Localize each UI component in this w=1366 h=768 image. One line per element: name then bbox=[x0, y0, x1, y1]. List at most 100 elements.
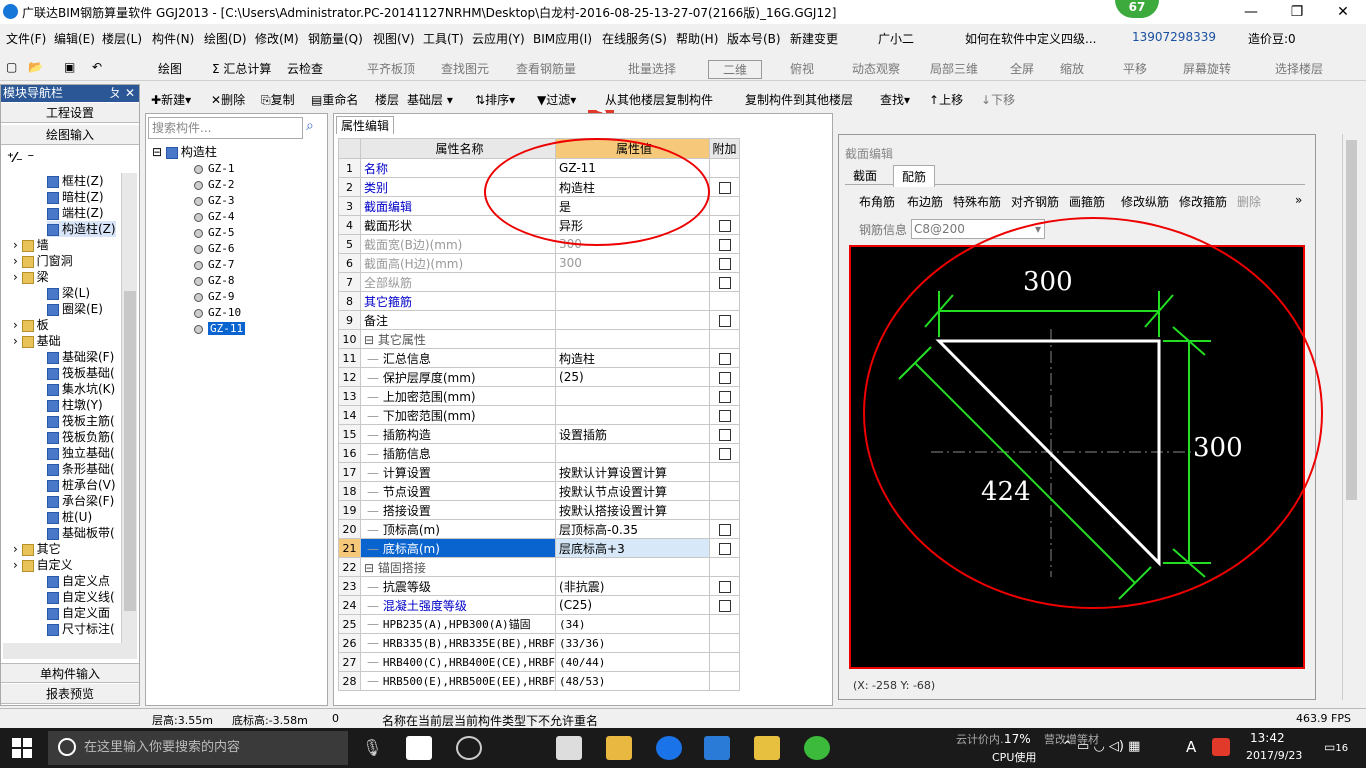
nav-item[interactable]: 桩承台(V) bbox=[47, 477, 116, 493]
property-value[interactable] bbox=[555, 557, 711, 577]
modify-long-rebar-button[interactable]: 修改纵筋 bbox=[1121, 193, 1169, 210]
tab-section[interactable]: 截面 bbox=[847, 167, 883, 184]
extra-checkbox[interactable] bbox=[718, 181, 731, 194]
menu-file[interactable]: 文件(F) bbox=[6, 30, 46, 47]
green-app-icon[interactable] bbox=[804, 736, 830, 760]
top-view-button[interactable]: 俯视 bbox=[790, 60, 814, 77]
menu-floor[interactable]: 楼层(L) bbox=[102, 30, 142, 47]
nav-folder[interactable]: › 基础 bbox=[13, 333, 61, 349]
property-value[interactable]: 构造柱 bbox=[555, 348, 711, 368]
rotate-screen-button[interactable]: 屏幕旋转 bbox=[1183, 60, 1231, 77]
menu-assistant[interactable]: 广小二 bbox=[878, 30, 914, 47]
tree-item-gz-11[interactable]: GZ-11 bbox=[194, 322, 246, 335]
nav-item[interactable]: 桩(U) bbox=[47, 509, 92, 525]
align-rebar-button[interactable]: 对齐钢筋 bbox=[1011, 193, 1059, 210]
nav-item[interactable]: 筏板主筋( bbox=[47, 413, 115, 429]
nav-item[interactable]: 自定义点 bbox=[47, 573, 110, 589]
nav-item[interactable]: 筏板基础( bbox=[47, 365, 115, 381]
select-floor-button[interactable]: 选择楼层 bbox=[1275, 60, 1323, 77]
property-value[interactable]: (非抗震) bbox=[555, 576, 711, 596]
nav-item[interactable]: 条形基础( bbox=[47, 461, 115, 477]
table-row[interactable]: 26— HRB335(B),HRB335E(BE),HRBF (33/36) bbox=[338, 633, 741, 653]
extra-checkbox[interactable] bbox=[718, 542, 731, 555]
nav-item[interactable]: 框柱(Z) bbox=[47, 173, 104, 189]
nav-folder[interactable]: › 墙 bbox=[13, 237, 49, 253]
property-value[interactable]: 按默认搭接设置计算 bbox=[555, 500, 711, 520]
table-row[interactable]: 7 全部纵筋 bbox=[338, 272, 741, 292]
microphone-icon[interactable]: 🎙 bbox=[362, 738, 382, 757]
nav-item[interactable]: 梁(L) bbox=[47, 285, 90, 301]
fullscreen-button[interactable]: 全屏 bbox=[1010, 60, 1034, 77]
menu-tools[interactable]: 工具(T) bbox=[423, 30, 464, 47]
table-row[interactable]: 22 ⊟ 锚固搭接 bbox=[338, 557, 741, 577]
rename-button[interactable]: ▤重命名 bbox=[311, 91, 358, 108]
new-file-icon[interactable]: ▢ bbox=[6, 60, 17, 74]
property-value[interactable]: (34) bbox=[555, 614, 711, 634]
orbit-button[interactable]: 动态观察 bbox=[852, 60, 900, 77]
notification-badge[interactable]: 67 bbox=[1115, 0, 1159, 18]
expand-chevron-icon[interactable]: › bbox=[13, 558, 22, 572]
file-explorer-icon[interactable] bbox=[606, 736, 632, 760]
nav-folder[interactable]: › 其它 bbox=[13, 541, 61, 557]
notes-app-icon[interactable] bbox=[754, 736, 780, 760]
move-up-button[interactable]: ↑上移 bbox=[929, 91, 963, 108]
menu-draw[interactable]: 绘图(D) bbox=[204, 30, 247, 47]
draw-stirrup-button[interactable]: 画箍筋 bbox=[1069, 193, 1105, 210]
tree-root[interactable]: ⊟ 构造柱 bbox=[152, 144, 217, 160]
nav-item[interactable]: 构造柱(Z) bbox=[47, 221, 116, 237]
menu-view[interactable]: 视图(V) bbox=[373, 30, 415, 47]
expand-chevron-icon[interactable]: › bbox=[13, 334, 22, 348]
store-icon[interactable] bbox=[556, 736, 582, 760]
extra-checkbox[interactable] bbox=[718, 447, 731, 460]
tray-icons[interactable]: ⌃ ▭ ◡ ◁) ▦ bbox=[1062, 739, 1140, 754]
nav-item[interactable]: 自定义线( bbox=[47, 589, 115, 605]
property-value[interactable] bbox=[555, 443, 711, 463]
nav-item[interactable]: 自定义面 bbox=[47, 605, 110, 621]
modify-stirrup-button[interactable]: 修改箍筋 bbox=[1179, 193, 1227, 210]
glodon-app-icon[interactable] bbox=[656, 736, 682, 760]
extra-checkbox[interactable] bbox=[718, 599, 731, 612]
summary-calc-button[interactable]: Σ 汇总计算 bbox=[212, 60, 271, 77]
table-row[interactable]: 11— 汇总信息 构造柱 bbox=[338, 348, 741, 368]
menu-question-link[interactable]: 如何在软件中定义四级... bbox=[965, 30, 1096, 47]
nav-item[interactable]: 柱墩(Y) bbox=[47, 397, 103, 413]
property-value[interactable]: 按默认计算设置计算 bbox=[555, 462, 711, 482]
expand-chevron-icon[interactable]: › bbox=[13, 254, 22, 268]
search-input[interactable]: 搜索构件... bbox=[148, 117, 303, 139]
table-row[interactable]: 8 其它箍筋 bbox=[338, 291, 741, 311]
single-component-button[interactable]: 单构件输入 bbox=[1, 663, 139, 683]
move-down-button[interactable]: ↓下移 bbox=[981, 91, 1015, 108]
tree-item-gz-6[interactable]: GZ-6 bbox=[194, 242, 235, 255]
view-rebar-qty-button[interactable]: 查看钢筋量 bbox=[516, 60, 576, 77]
taskbar-search-input[interactable]: 在这里输入你要搜索的内容 bbox=[48, 731, 348, 765]
menu-rebar[interactable]: 钢筋量(Q) bbox=[308, 30, 363, 47]
extra-checkbox[interactable] bbox=[718, 409, 731, 422]
extra-checkbox[interactable] bbox=[718, 219, 731, 232]
expand-chevron-icon[interactable]: › bbox=[13, 270, 22, 284]
report-preview-button[interactable]: 报表预览 bbox=[1, 684, 139, 704]
nav-item[interactable]: 筏板负筋( bbox=[47, 429, 115, 445]
nav-scrollbar[interactable] bbox=[121, 173, 137, 643]
table-row[interactable]: 10 ⊟ 其它属性 bbox=[338, 329, 741, 349]
floor-select[interactable]: 基础层 ▾ bbox=[407, 91, 453, 108]
corner-rebar-button[interactable]: 布角筋 bbox=[859, 193, 895, 210]
table-row[interactable]: 9 备注 bbox=[338, 310, 741, 330]
edge-rebar-button[interactable]: 布边筋 bbox=[907, 193, 943, 210]
extra-checkbox[interactable] bbox=[718, 352, 731, 365]
tree-item-gz-2[interactable]: GZ-2 bbox=[194, 178, 235, 191]
menu-help[interactable]: 帮助(H) bbox=[676, 30, 718, 47]
filter-button[interactable]: ▼过滤▾ bbox=[537, 91, 576, 108]
tree-item-gz-4[interactable]: GZ-4 bbox=[194, 210, 235, 223]
table-row[interactable]: 19— 搭接设置 按默认搭接设置计算 bbox=[338, 500, 741, 520]
extra-checkbox[interactable] bbox=[718, 238, 731, 251]
cloud-check-button[interactable]: 云检查 bbox=[287, 60, 323, 77]
close-button[interactable]: ✕ bbox=[1320, 0, 1366, 24]
delete-rebar-button[interactable]: 删除 bbox=[1237, 193, 1261, 210]
nav-item[interactable]: 暗柱(Z) bbox=[47, 189, 104, 205]
extra-checkbox[interactable] bbox=[718, 428, 731, 441]
property-value[interactable]: 层底标高+3 bbox=[555, 538, 711, 558]
special-rebar-button[interactable]: 特殊布筋 bbox=[953, 193, 1001, 210]
sogou-tray-icon[interactable] bbox=[1212, 738, 1230, 756]
nav-folder[interactable]: › 门窗洞 bbox=[13, 253, 73, 269]
table-row[interactable]: 15— 插筋构造 设置插筋 bbox=[338, 424, 741, 444]
